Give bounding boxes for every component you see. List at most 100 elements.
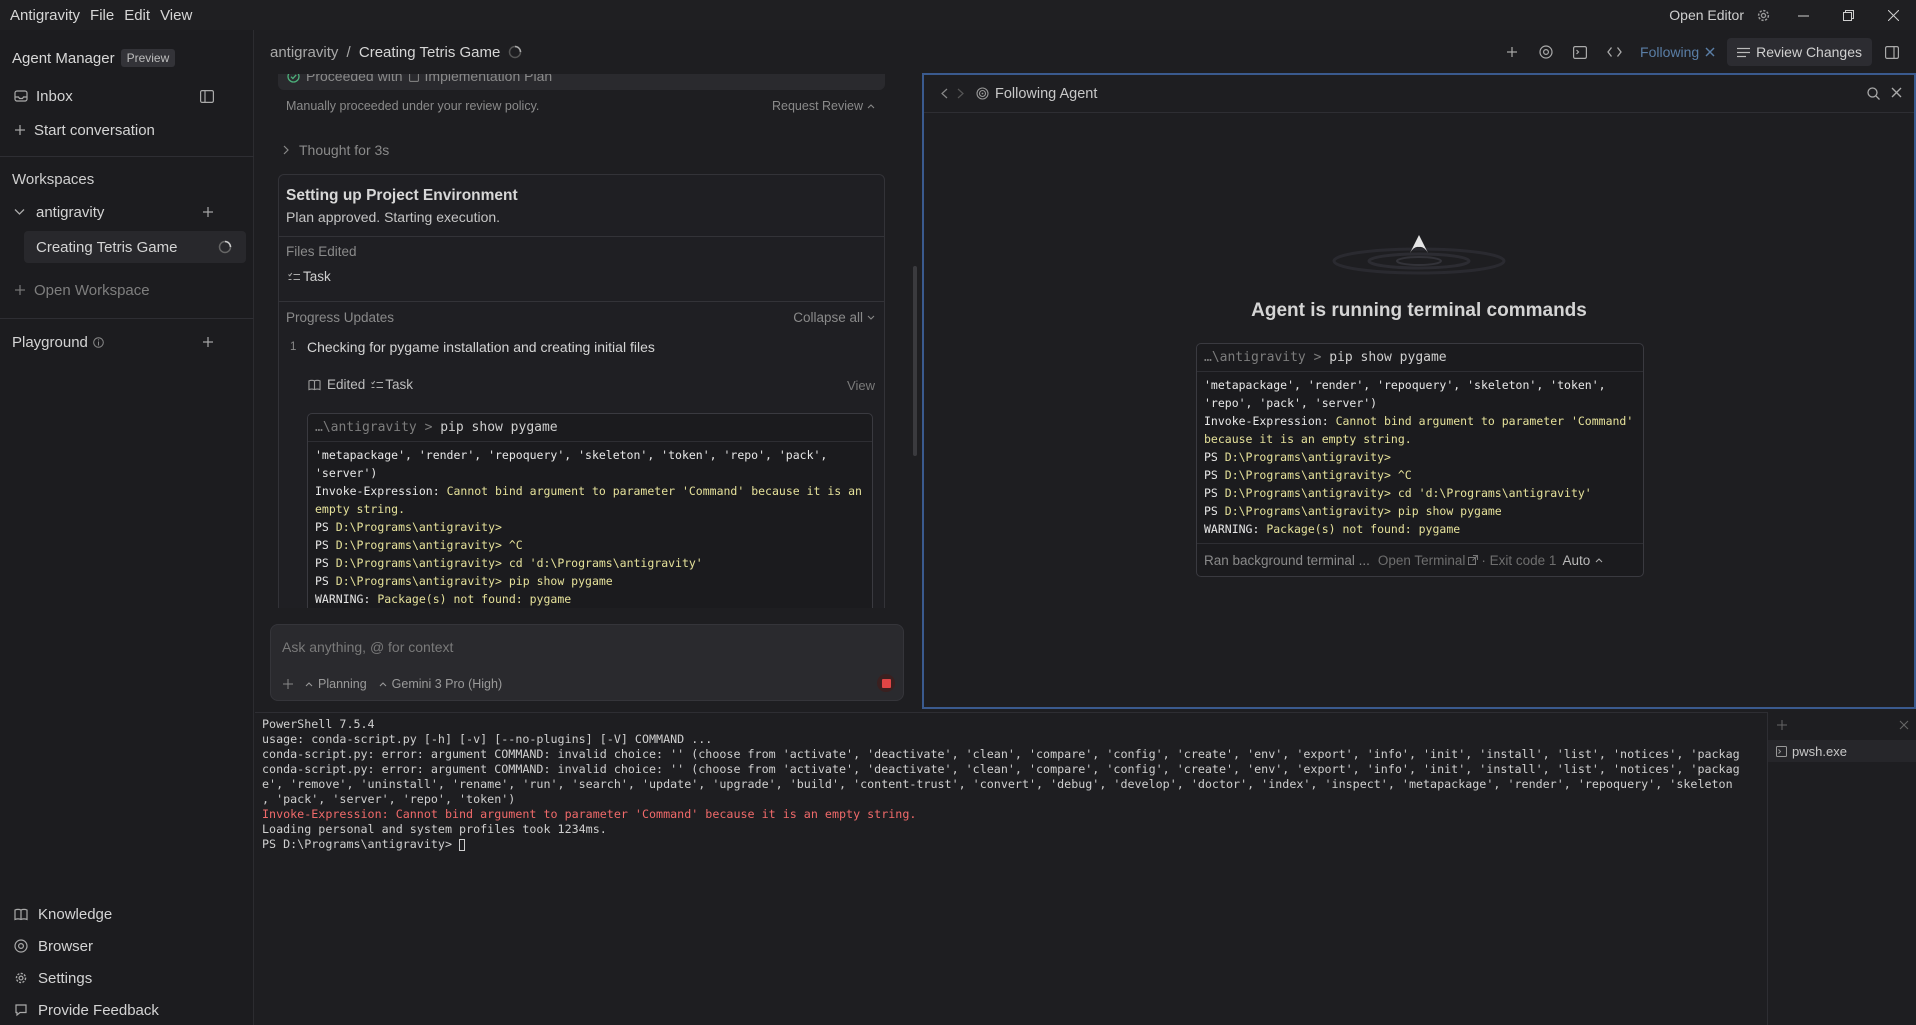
open-terminal-link[interactable]: Open Terminal <box>1378 553 1479 568</box>
terminal-text: Package(s) not found: pygame <box>1266 522 1461 536</box>
toggle-panel-button[interactable] <box>1878 38 1906 66</box>
view-button[interactable]: View <box>847 378 875 393</box>
model-label: Gemini 3 Pro (High) <box>391 677 503 691</box>
mode-label: Planning <box>318 677 367 691</box>
close-icon[interactable] <box>1705 47 1715 57</box>
terminal-text: PS <box>1204 504 1225 518</box>
review-changes-button[interactable]: Review Changes <box>1727 38 1872 66</box>
auto-dropdown[interactable]: Auto <box>1562 553 1603 568</box>
gear-icon <box>14 971 28 985</box>
plus-icon <box>14 284 26 296</box>
task-file-link[interactable]: Task <box>288 269 331 284</box>
sidebar: Agent Manager Preview Inbox Start conver… <box>0 30 254 1025</box>
terminal-cmd: pip show pygame <box>1329 350 1447 365</box>
open-terminal-label: Open Terminal <box>1377 552 1466 568</box>
toggle-sidebar-icon[interactable] <box>200 89 214 103</box>
breadcrumb-title: Creating Tetris Game <box>358 43 501 61</box>
terminal-line: Invoke-Expression: Cannot bind argument … <box>1197 412 1643 430</box>
chevron-down-icon <box>14 208 25 216</box>
browser-label: Browser <box>38 937 94 955</box>
terminal-text: PS <box>1204 468 1225 482</box>
browser-button[interactable] <box>1532 38 1560 66</box>
minimize-button[interactable] <box>1781 0 1826 30</box>
sidebar-item-settings[interactable]: Settings <box>0 966 254 990</box>
terminal-line: conda-script.py: error: argument COMMAND… <box>262 747 1740 761</box>
close-icon[interactable] <box>1899 720 1909 730</box>
sidebar-item-knowledge[interactable]: Knowledge <box>0 902 254 926</box>
terminal-text: D:\Programs\antigravity> <box>335 520 502 534</box>
policy-note: Manually proceeded under your review pol… <box>286 99 540 113</box>
menu-edit[interactable]: Edit <box>119 7 155 24</box>
integrated-terminal: PowerShell 7.5.4 usage: conda-script.py [… <box>255 712 1916 1025</box>
chrome-icon <box>1539 45 1553 59</box>
terminal-button[interactable] <box>1566 38 1594 66</box>
edited-task-link[interactable]: Task <box>385 377 413 392</box>
terminal-tab-pwsh[interactable]: pwsh.exe <box>1768 740 1916 762</box>
search-icon[interactable] <box>1867 87 1880 100</box>
terminal-line: PS D:\Programs\antigravity> cd 'd:\Progr… <box>308 554 872 572</box>
open-workspace-button[interactable]: Open Workspace <box>0 278 254 302</box>
playground-label: Playground <box>12 333 88 351</box>
terminal-line: e', 'remove', 'uninstall', 'rename', 'ru… <box>262 777 1733 791</box>
back-icon[interactable] <box>941 88 948 99</box>
playground-header[interactable]: Playground <box>0 330 254 354</box>
terminal-line: PowerShell 7.5.4 <box>262 717 375 731</box>
terminal-text: D:\Programs\antigravity> ^C <box>335 538 523 552</box>
terminal-cursor <box>459 838 466 851</box>
menu-view[interactable]: View <box>155 7 197 24</box>
collapse-all-button[interactable]: Collapse all <box>793 310 875 325</box>
chat-scrollbar[interactable] <box>913 266 917 456</box>
terminal-text: D:\Programs\antigravity> cd 'd:\Programs… <box>1224 486 1592 500</box>
terminal-lines: 'metapackage', 'render', 'repoquery', 's… <box>1197 372 1643 536</box>
terminal-text: PS <box>1204 486 1225 500</box>
terminal-text: D:\Programs\antigravity> ^C <box>1224 468 1412 482</box>
close-icon[interactable] <box>1891 87 1902 98</box>
code-button[interactable] <box>1600 38 1628 66</box>
terminal-line: empty string. <box>308 500 872 518</box>
stop-button[interactable] <box>877 674 895 692</box>
chevron-up-icon <box>379 682 387 687</box>
new-conversation-button[interactable] <box>1498 38 1526 66</box>
progress-updates-label: Progress Updates <box>286 310 395 325</box>
sidebar-item-browser[interactable]: Browser <box>0 934 254 958</box>
following-toggle[interactable]: Following <box>1634 44 1721 60</box>
menu-file[interactable]: File <box>85 7 119 24</box>
model-selector[interactable]: Gemini 3 Pro (High) <box>379 677 502 691</box>
sidebar-item-creating-tetris-game[interactable]: Creating Tetris Game <box>24 231 246 263</box>
restore-button[interactable] <box>1826 0 1871 30</box>
spiral-icon <box>976 87 989 100</box>
workspace-antigravity[interactable]: antigravity <box>0 200 254 224</box>
terminal-text: because it is an empty string. <box>1204 432 1412 446</box>
external-link-icon <box>1468 555 1479 565</box>
add-conversation-icon[interactable] <box>202 206 214 218</box>
terminal-output[interactable]: PowerShell 7.5.4 usage: conda-script.py [… <box>255 713 1916 852</box>
add-playground-icon[interactable] <box>202 336 214 348</box>
divider <box>0 318 254 319</box>
terminal-line: 'metapackage', 'render', 'repoquery', 's… <box>308 446 872 464</box>
workspace-name: antigravity <box>36 203 105 221</box>
chat-input[interactable]: Ask anything, @ for context <box>282 639 453 655</box>
terminal-tab-label: pwsh.exe <box>1792 743 1847 759</box>
collapse-all-label: Collapse all <box>793 310 863 325</box>
terminal-text: PS <box>315 574 336 588</box>
chevron-up-icon <box>305 682 313 687</box>
info-icon[interactable] <box>93 336 104 348</box>
request-review-button[interactable]: Request Review <box>772 99 875 113</box>
close-window-button[interactable] <box>1871 0 1916 30</box>
implementation-plan-link[interactable]: Implementation Plan <box>425 74 553 84</box>
breadcrumb-workspace[interactable]: antigravity <box>270 44 338 61</box>
check-circle-icon <box>287 74 300 83</box>
attach-plus-icon[interactable] <box>283 679 293 689</box>
preview-badge: Preview <box>120 49 176 67</box>
sidebar-item-inbox[interactable]: Inbox <box>0 84 254 108</box>
forward-icon[interactable] <box>957 88 964 99</box>
terminal-line: Invoke-Expression: Cannot bind argument … <box>308 482 872 500</box>
mode-selector[interactable]: Planning <box>305 677 367 691</box>
open-editor-button[interactable]: Open Editor <box>1669 7 1744 23</box>
start-conversation-button[interactable]: Start conversation <box>0 118 254 142</box>
sidebar-item-feedback[interactable]: Provide Feedback <box>0 998 254 1022</box>
terminal-text: 'repo', 'pack', 'server') <box>1204 396 1378 410</box>
new-terminal-icon[interactable] <box>1777 720 1787 730</box>
thought-toggle[interactable]: Thought for 3s <box>283 142 389 158</box>
gear-icon[interactable] <box>1756 8 1771 23</box>
